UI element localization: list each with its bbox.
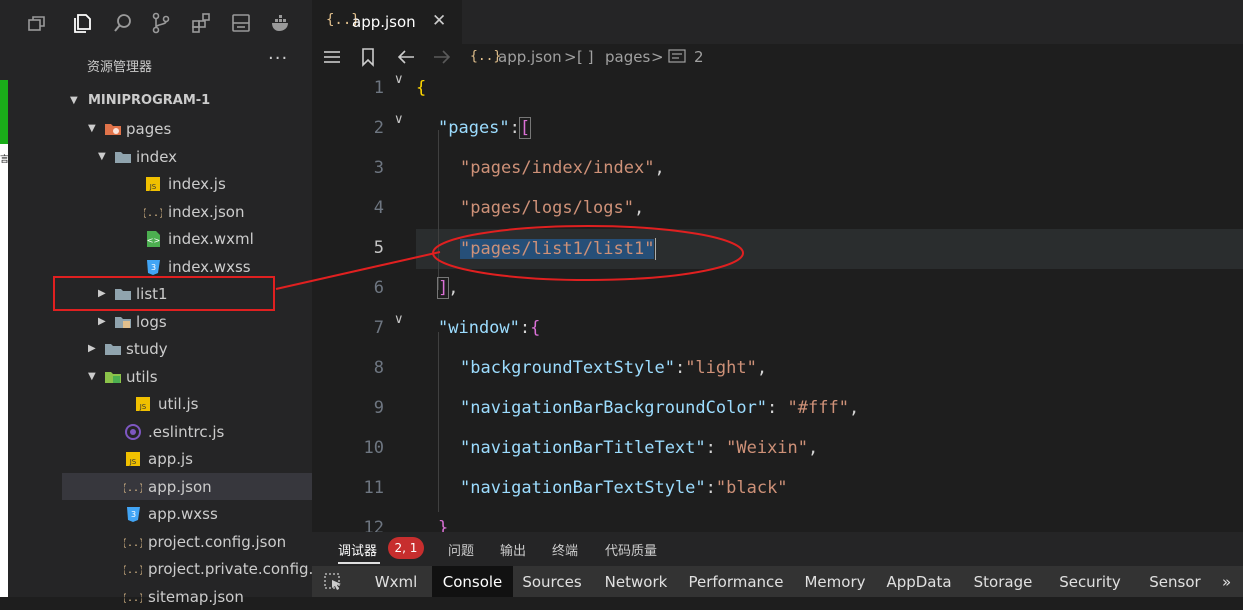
annotation-connector-line — [275, 251, 441, 290]
annotation-ellipse — [432, 225, 744, 281]
annotation-overlay — [275, 225, 744, 290]
